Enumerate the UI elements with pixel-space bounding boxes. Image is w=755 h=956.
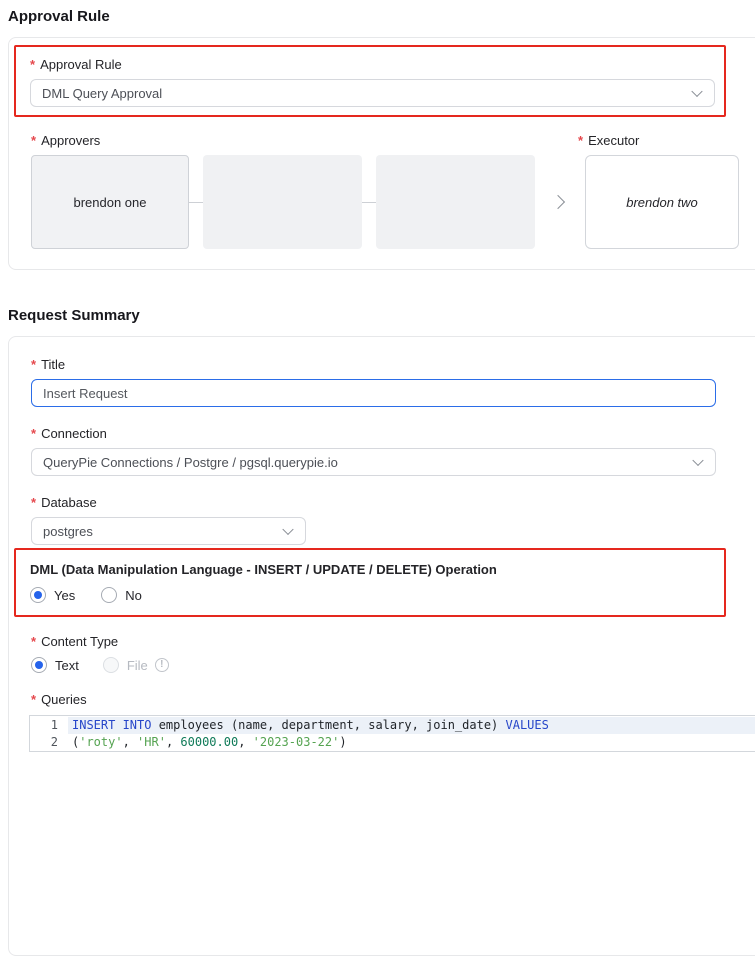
content-type-field-label: * Content Type — [31, 634, 755, 649]
required-marker: * — [31, 426, 36, 441]
approval-rule-field-label: * Approval Rule — [30, 57, 715, 72]
connection-label-text: Connection — [41, 426, 107, 441]
line-number: 1 — [30, 717, 68, 734]
database-label-text: Database — [41, 495, 97, 510]
content-type-file-label: File — [127, 658, 148, 673]
dml-operation-annotation-box: DML (Data Manipulation Language - INSERT… — [14, 548, 726, 617]
dml-yes-option[interactable]: Yes — [30, 587, 75, 603]
queries-field-label: * Queries — [31, 692, 755, 707]
approval-rule-section-heading: Approval Rule — [8, 0, 755, 24]
connection-field-label: * Connection — [31, 426, 755, 441]
line-number: 2 — [30, 734, 68, 751]
approval-rule-annotation-box: * Approval Rule DML Query Approval — [14, 45, 726, 117]
approver-step-1-name: brendon one — [73, 195, 146, 210]
database-select[interactable]: postgres — [31, 517, 306, 545]
content-type-text-option[interactable]: Text — [31, 657, 79, 673]
dml-no-label: No — [125, 588, 142, 603]
dml-operation-label-text: DML (Data Manipulation Language - INSERT… — [30, 562, 497, 577]
connection-select-value: QueryPie Connections / Postgre / pgsql.q… — [43, 455, 338, 470]
approval-rule-label-text: Approval Rule — [40, 57, 122, 72]
radio-selected-icon[interactable] — [31, 657, 47, 673]
dml-operation-label: DML (Data Manipulation Language - INSERT… — [30, 562, 715, 577]
approval-rule-select-value: DML Query Approval — [42, 86, 162, 101]
code-text: ('roty', 'HR', 60000.00, '2023-03-22') — [68, 734, 755, 751]
content-type-radio-group: Text File — [31, 657, 755, 673]
database-select-value: postgres — [43, 524, 93, 539]
required-marker: * — [31, 692, 36, 707]
content-type-file-option: File — [103, 657, 169, 673]
required-marker: * — [31, 357, 36, 372]
content-type-field-group: * Content Type Text File — [31, 634, 755, 673]
required-marker: * — [578, 133, 583, 148]
dml-yes-label: Yes — [54, 588, 75, 603]
content-type-label-text: Content Type — [41, 634, 118, 649]
executor-label-text: Executor — [588, 133, 639, 148]
required-marker: * — [31, 634, 36, 649]
approval-rule-select[interactable]: DML Query Approval — [30, 79, 715, 107]
title-input[interactable]: Insert Request — [31, 379, 716, 407]
connection-field-group: * Connection QueryPie Connections / Post… — [31, 426, 755, 476]
database-field-label: * Database — [31, 495, 755, 510]
queries-label-text: Queries — [41, 692, 87, 707]
request-summary-section-heading: Request Summary — [8, 308, 755, 323]
chevron-down-icon — [692, 455, 703, 466]
code-line[interactable]: 1INSERT INTO employees (name, department… — [30, 717, 755, 734]
title-input-value: Insert Request — [43, 386, 128, 401]
approvers-field-label: * Approvers — [31, 133, 755, 148]
dml-operation-radio-group: Yes No — [30, 587, 715, 603]
approver-step-2[interactable] — [203, 155, 362, 249]
approver-step-1[interactable]: brendon one — [31, 155, 189, 249]
database-field-group: * Database postgres — [31, 495, 755, 545]
approver-boxes-row: brendon one brendon two — [31, 155, 755, 249]
radio-selected-icon[interactable] — [30, 587, 46, 603]
title-field-label: * Title — [31, 357, 755, 372]
title-field-group: * Title Insert Request — [31, 357, 755, 407]
required-marker: * — [31, 495, 36, 510]
required-marker: * — [31, 133, 36, 148]
approver-flow-labels: * Approvers * Executor — [31, 133, 755, 148]
code-text: INSERT INTO employees (name, department,… — [68, 717, 755, 734]
step-connector — [189, 202, 203, 203]
radio-disabled-icon — [103, 657, 119, 673]
chevron-down-icon — [282, 524, 293, 535]
approval-rule-card: * Approval Rule DML Query Approval * App… — [8, 37, 755, 270]
executor-field-label: * Executor — [578, 133, 639, 148]
step-connector — [362, 202, 376, 203]
approver-flow: * Approvers * Executor brendon one — [14, 133, 755, 249]
sql-editor[interactable]: 1INSERT INTO employees (name, department… — [29, 715, 755, 752]
flow-arrow-cell — [535, 155, 585, 249]
approvers-label-text: Approvers — [41, 133, 100, 148]
queries-field-group: * Queries 1INSERT INTO employees (name, … — [31, 692, 755, 752]
content-type-text-label: Text — [55, 658, 79, 673]
approver-step-3[interactable] — [376, 155, 535, 249]
connection-select[interactable]: QueryPie Connections / Postgre / pgsql.q… — [31, 448, 716, 476]
required-marker: * — [30, 57, 35, 72]
code-line[interactable]: 2('roty', 'HR', 60000.00, '2023-03-22') — [30, 734, 755, 751]
chevron-down-icon — [691, 86, 702, 97]
executor-name: brendon two — [626, 195, 698, 210]
request-summary-card: * Title Insert Request * Connection Quer… — [8, 336, 755, 956]
dml-no-option[interactable]: No — [101, 587, 142, 603]
info-icon — [155, 658, 169, 672]
title-label-text: Title — [41, 357, 65, 372]
executor-box[interactable]: brendon two — [585, 155, 739, 249]
radio-unselected-icon[interactable] — [101, 587, 117, 603]
chevron-right-icon — [551, 195, 565, 209]
